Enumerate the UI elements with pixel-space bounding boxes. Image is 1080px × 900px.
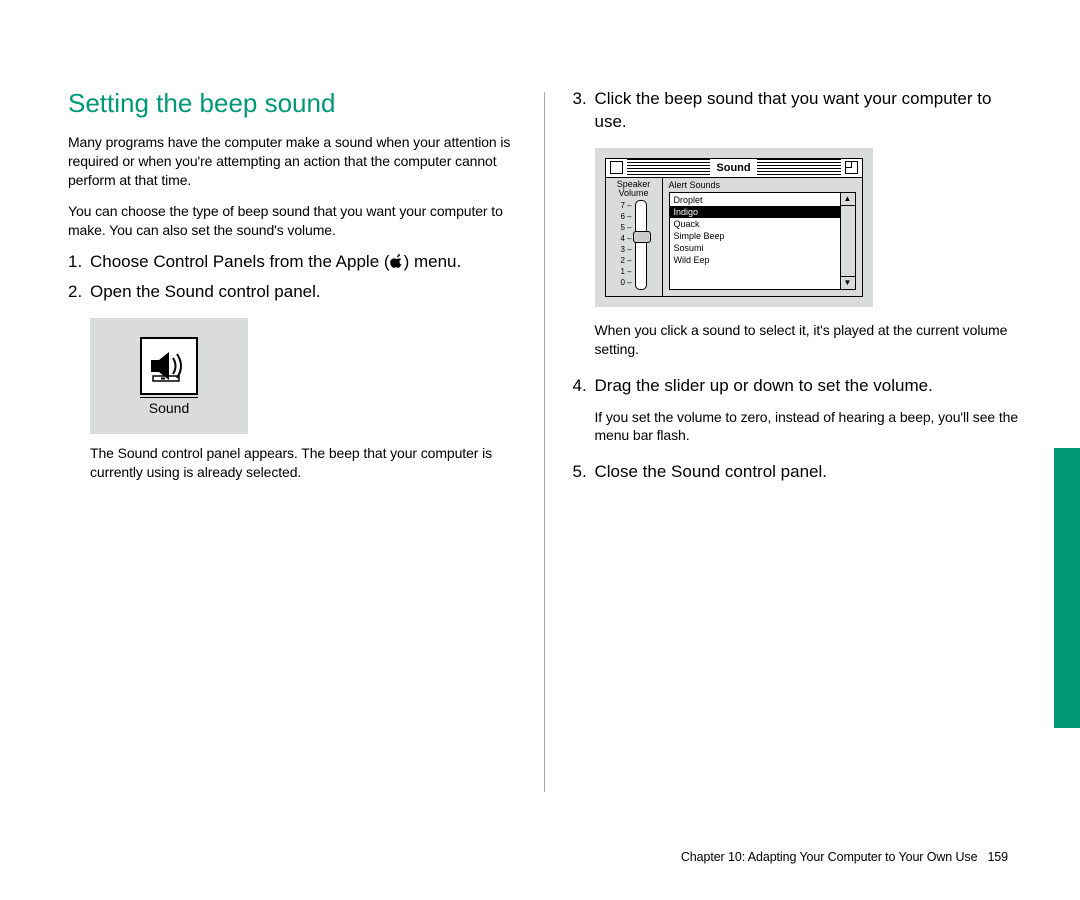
alert-sound-item: Simple Beep <box>670 230 840 242</box>
sound-control-panel-icon-figure: Sound <box>90 318 248 434</box>
scroll-up-arrow-icon: ▲ <box>841 193 855 206</box>
step-number: 1. <box>68 251 90 275</box>
alert-sound-item: Quack <box>670 218 840 230</box>
step-number: 2. <box>68 281 90 304</box>
step-1-text-post: ) menu. <box>404 252 462 271</box>
step-1: 1. Choose Control Panels from the Apple … <box>68 251 516 275</box>
volume-slider <box>635 200 647 290</box>
speaker-volume-section: Speaker Volume 7 – 6 – 5 – 4 – 3 – 2 – <box>606 178 663 296</box>
step-number: 4. <box>573 375 595 398</box>
step-3-text: Click the beep sound that you want your … <box>595 88 1021 134</box>
alert-sounds-header: Alert Sounds <box>669 180 856 190</box>
volume-slider-thumb <box>633 231 651 243</box>
intro-paragraph-2: You can choose the type of beep sound th… <box>68 202 516 240</box>
step-3: 3. Click the beep sound that you want yo… <box>573 88 1021 134</box>
step-4: 4. Drag the slider up or down to set the… <box>573 375 1021 398</box>
step-1-text-pre: Choose Control Panels from the Apple ( <box>90 252 390 271</box>
zoom-box-icon <box>845 161 858 174</box>
note-after-step-3: When you click a sound to select it, it'… <box>595 321 1021 359</box>
alert-sound-item: Wild Eep <box>670 254 840 266</box>
step-4-text: Drag the slider up or down to set the vo… <box>595 375 933 398</box>
step-2: 2. Open the Sound control panel. <box>68 281 516 304</box>
scroll-down-arrow-icon: ▼ <box>841 276 855 289</box>
alert-sound-item: Sosumi <box>670 242 840 254</box>
window-title: Sound <box>710 162 756 174</box>
page-footer: Chapter 10: Adapting Your Computer to Yo… <box>681 850 1008 864</box>
intro-paragraph-1: Many programs have the computer make a s… <box>68 133 516 190</box>
note-after-step-2: The Sound control panel appears. The bee… <box>90 444 516 482</box>
volume-ticks: 7 – 6 – 5 – 4 – 3 – 2 – 1 – 0 – <box>620 200 634 290</box>
page-edge-tab <box>1054 448 1080 728</box>
chapter-label: Chapter 10: Adapting Your Computer to Yo… <box>681 850 978 864</box>
sound-icon-label: Sound <box>140 397 198 416</box>
volume-label-2: Volume <box>606 189 662 198</box>
step-number: 5. <box>573 461 595 484</box>
page-number: 159 <box>987 850 1008 864</box>
note-after-step-4: If you set the volume to zero, instead o… <box>595 408 1021 446</box>
scrollbar: ▲ ▼ <box>840 193 855 289</box>
alert-sound-item: Droplet <box>670 194 840 206</box>
alert-sound-item-selected: Indigo <box>670 206 840 218</box>
step-2-text: Open the Sound control panel. <box>90 281 321 304</box>
sound-control-panel-figure: Sound Speaker Volume 7 – 6 – <box>595 148 873 307</box>
step-5-text: Close the Sound control panel. <box>595 461 828 484</box>
close-box-icon <box>610 161 623 174</box>
section-heading: Setting the beep sound <box>68 88 516 119</box>
step-5: 5. Close the Sound control panel. <box>573 461 1021 484</box>
speaker-icon <box>140 337 198 395</box>
window-titlebar: Sound <box>605 158 863 178</box>
apple-menu-icon <box>390 252 404 275</box>
step-number: 3. <box>573 88 595 134</box>
alert-sounds-section: Alert Sounds Droplet Indigo Quack Simple… <box>663 178 862 296</box>
alert-sounds-listbox: Droplet Indigo Quack Simple Beep Sosumi … <box>669 192 856 290</box>
